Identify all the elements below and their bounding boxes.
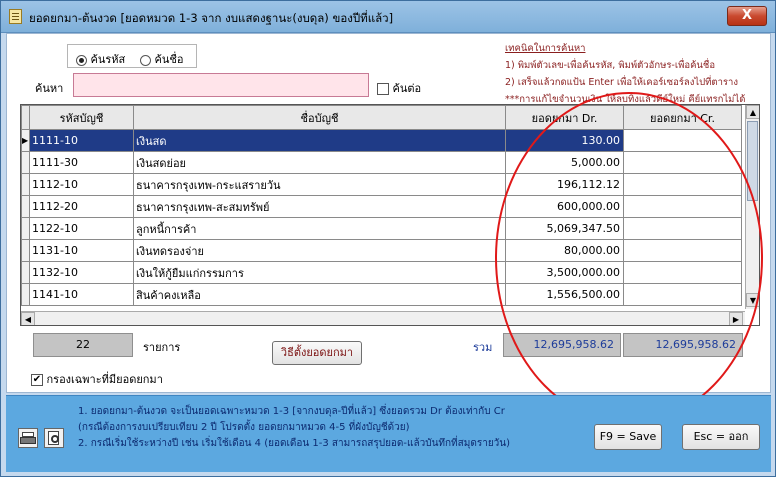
app-icon xyxy=(9,9,22,24)
header-account-name[interactable]: ชื่อบัญชี xyxy=(133,105,506,130)
radio-search-code[interactable]: ค้นรหัส xyxy=(76,50,125,68)
search-continue-label: ค้นต่อ xyxy=(392,82,422,95)
row-indicator xyxy=(21,173,30,196)
app-window: ยอดยกมา-ต้นงวด [ยอดหมวด 1-3 จาก งบแสดงฐา… xyxy=(0,0,776,477)
cell-code[interactable]: 1122-10 xyxy=(29,217,134,240)
cell-name[interactable]: เงินทดรองจ่าย xyxy=(133,239,506,262)
checkmark-icon: ✔ xyxy=(31,374,43,386)
scroll-left-icon[interactable]: ◀ xyxy=(21,312,35,325)
record-count-label: รายการ xyxy=(143,341,181,354)
search-label: ค้นหา xyxy=(35,82,64,95)
row-indicator xyxy=(21,151,30,174)
cell-name[interactable]: สินค้าคงเหลือ xyxy=(133,283,506,306)
filter-checkbox[interactable]: ✔ กรองเฉพาะที่มียอดยกมา xyxy=(31,370,163,388)
record-count: 22 xyxy=(33,333,133,357)
tips-line-1: 1) พิมพ์ตัวเลข-เพื่อค้นรหัส, พิมพ์ตัวอัก… xyxy=(505,60,716,71)
note-line-1: 1. ยอดยกมา-ต้นงวด จะเป็นยอดเฉพาะหมวด 1-3… xyxy=(78,406,505,417)
bottom-panel: 1. ยอดยกมา-ต้นงวด จะเป็นยอดเฉพาะหมวด 1-3… xyxy=(6,395,771,472)
scroll-up-icon[interactable]: ▲ xyxy=(746,105,759,119)
tips-heading: เทคนิคในการค้นหา xyxy=(505,43,586,54)
cell-name[interactable]: ธนาคารกรุงเทพ-กระแสรายวัน xyxy=(133,173,506,196)
row-indicator xyxy=(21,217,30,240)
radio-search-name-label: ค้นชื่อ xyxy=(154,53,184,66)
cell-name[interactable]: เงินให้กู้ยืมแก่กรรมการ xyxy=(133,261,506,284)
cell-code[interactable]: 1132-10 xyxy=(29,261,134,284)
cell-name[interactable]: เงินสดย่อย xyxy=(133,151,506,174)
cell-code[interactable]: 1141-10 xyxy=(29,283,134,306)
row-indicator xyxy=(21,283,30,306)
window-title: ยอดยกมา-ต้นงวด [ยอดหมวด 1-3 จาก งบแสดงฐา… xyxy=(29,11,394,25)
opening-balance-method-button[interactable]: วิธีตั้งยอดยกมา xyxy=(272,341,362,365)
radio-off-icon xyxy=(140,54,151,66)
cell-code[interactable]: 1111-30 xyxy=(29,151,134,174)
search-input[interactable] xyxy=(73,73,369,97)
cell-code[interactable]: 1112-20 xyxy=(29,195,134,218)
main-panel: ค้นรหัส ค้นชื่อ ค้นหา ค้นต่อ เทคนิคในการ… xyxy=(6,33,771,424)
annotation-ellipse xyxy=(495,92,763,424)
save-button[interactable]: F9 = Save xyxy=(594,424,662,450)
cell-name[interactable]: ลูกหนี้การค้า xyxy=(133,217,506,240)
print-preview-icon[interactable] xyxy=(44,428,64,448)
close-button[interactable]: X xyxy=(727,6,767,26)
radio-search-code-label: ค้นรหัส xyxy=(90,53,126,66)
row-indicator xyxy=(21,239,30,262)
title-bar: ยอดยกมา-ต้นงวด [ยอดหมวด 1-3 จาก งบแสดงฐา… xyxy=(1,1,775,33)
row-indicator-icon: ▶ xyxy=(21,129,30,152)
total-label: รวม xyxy=(473,341,493,354)
radio-search-name[interactable]: ค้นชื่อ xyxy=(140,50,183,68)
search-mode-group: ค้นรหัส ค้นชื่อ xyxy=(67,44,197,68)
cell-name[interactable]: ธนาคารกรุงเทพ-สะสมทรัพย์ xyxy=(133,195,506,218)
row-indicator xyxy=(21,261,30,284)
note-line-3: 2. กรณีเริ่มใช้ระหว่างปี เช่น เริ่มใช้เด… xyxy=(78,438,511,449)
filter-label: กรองเฉพาะที่มียอดยกมา xyxy=(46,373,163,386)
usage-notes: 1. ยอดยกมา-ต้นงวด จะเป็นยอดเฉพาะหมวด 1-3… xyxy=(78,404,598,452)
row-indicator xyxy=(21,195,30,218)
header-account-code[interactable]: รหัสบัญชี xyxy=(29,105,134,130)
print-icon[interactable] xyxy=(18,428,38,448)
cell-code[interactable]: 1112-10 xyxy=(29,173,134,196)
exit-button[interactable]: Esc = ออก xyxy=(682,424,760,450)
tips-line-2: 2) เสร็จแล้วกดแป้น Enter เพื่อให้เคอร์เซ… xyxy=(505,77,739,88)
note-line-2: (กรณีต้องการงบเปรียบเทียบ 2 ปี โปรดตั้ง … xyxy=(78,422,410,433)
cell-code[interactable]: 1131-10 xyxy=(29,239,134,262)
checkbox-icon xyxy=(377,83,389,95)
radio-on-icon xyxy=(76,54,87,66)
search-continue-checkbox[interactable]: ค้นต่อ xyxy=(377,79,421,97)
grid-header-indicator xyxy=(21,105,30,130)
cell-code[interactable]: 1111-10 xyxy=(29,129,134,152)
cell-name[interactable]: เงินสด xyxy=(133,129,506,152)
